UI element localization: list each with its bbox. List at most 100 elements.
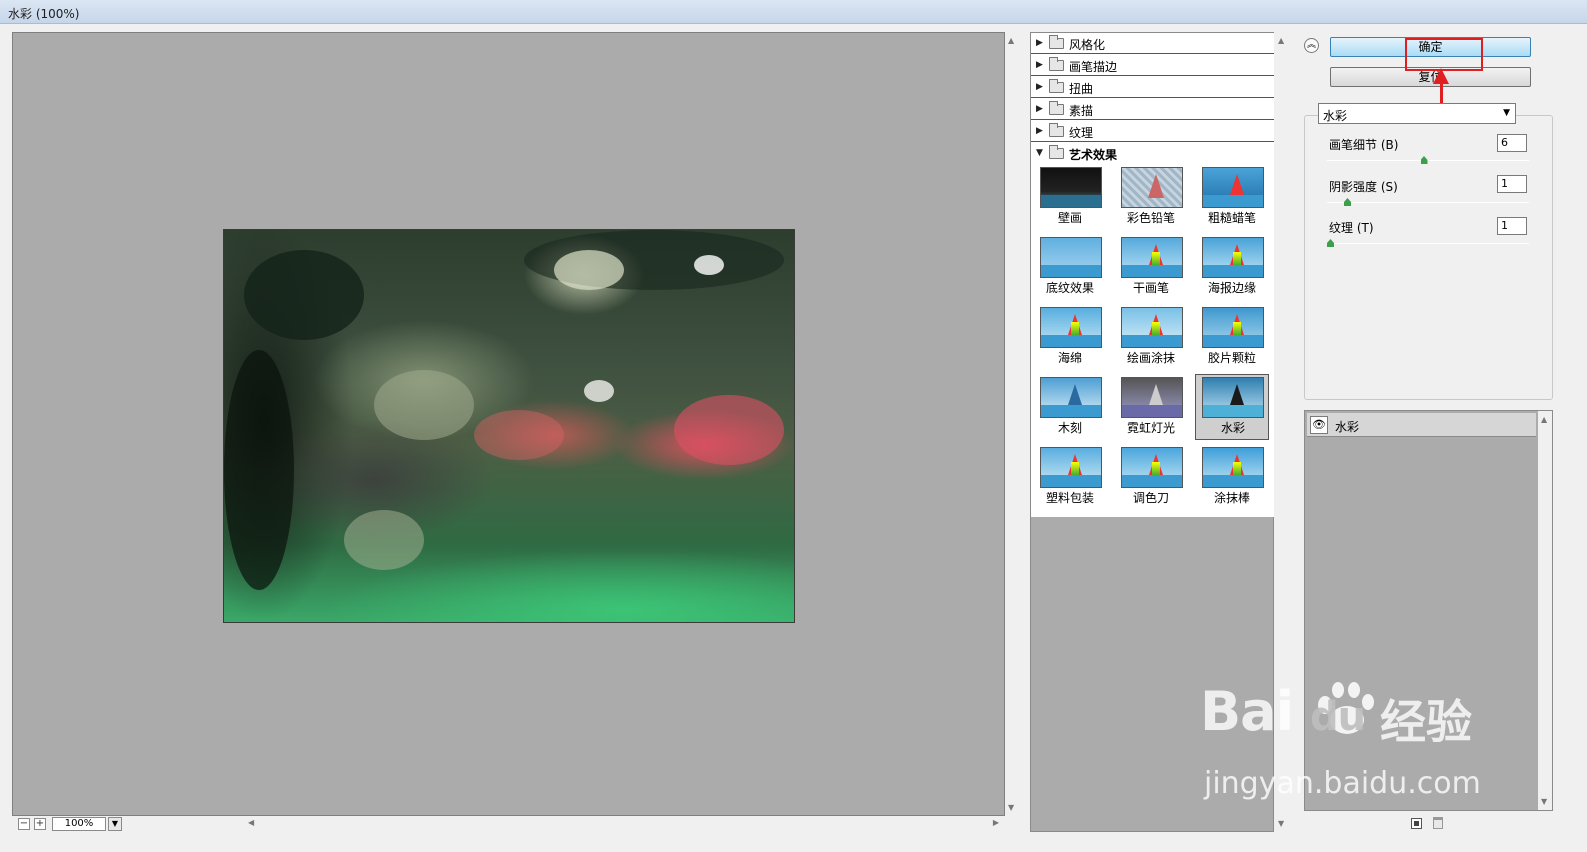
filter-label: 干画笔 [1132, 281, 1169, 295]
filter-label: 水彩 [1220, 421, 1245, 435]
watermark-logo-du: du [1310, 694, 1366, 740]
expand-arrow-icon[interactable]: ▶ [1036, 126, 1043, 136]
category-texture[interactable]: ▶ 纹理 [1031, 121, 1275, 142]
shadow-intensity-label: 阴影强度 (S) [1329, 180, 1398, 194]
filter-label: 壁画 [1057, 211, 1082, 225]
texture-label: 纹理 (T) [1329, 221, 1374, 235]
scroll-up-icon[interactable]: ▲ [1008, 36, 1014, 45]
filter-gallery-list: ▶ 风格化 ▶ 画笔描边 ▶ 扭曲 ▶ 素描 ▶ 纹理 ▼ 艺术效果 壁画 彩色… [1031, 33, 1275, 517]
filter-label: 塑料包装 [1045, 491, 1094, 505]
brush-detail-slider-thumb[interactable] [1420, 156, 1428, 164]
scroll-right-icon[interactable]: ▶ [993, 818, 999, 827]
watermark-cn-text: 经验 [1380, 695, 1472, 749]
brush-detail-input[interactable]: 6 [1497, 134, 1527, 152]
texture-slider[interactable] [1327, 243, 1529, 244]
filter-thumb-rough-pastels[interactable]: 粗糙蜡笔 [1195, 164, 1269, 230]
scroll-down-icon[interactable]: ▼ [1541, 797, 1547, 806]
filter-thumb-neon-glow[interactable]: 霓虹灯光 [1114, 374, 1188, 440]
category-label: 素描 [1069, 104, 1094, 118]
expand-arrow-icon[interactable]: ▶ [1036, 60, 1043, 70]
folder-icon [1049, 101, 1064, 115]
brush-detail-slider[interactable] [1327, 160, 1529, 161]
zoom-level-field[interactable]: 100% [52, 817, 106, 831]
filter-label: 调色刀 [1132, 491, 1169, 505]
filter-thumb-smudge-stick[interactable]: 涂抹棒 [1195, 444, 1269, 510]
filter-label: 海报边缘 [1207, 281, 1256, 295]
filter-select-dropdown[interactable]: 水彩 ▼ [1318, 103, 1516, 124]
category-label: 纹理 [1069, 126, 1094, 140]
filter-label: 涂抹棒 [1213, 491, 1250, 505]
filter-thumb-palette-knife[interactable]: 调色刀 [1114, 444, 1188, 510]
new-effect-layer-icon[interactable] [1411, 818, 1422, 829]
chevron-down-icon: ▼ [1503, 108, 1510, 118]
filter-thumb-dry-brush[interactable]: 干画笔 [1114, 234, 1188, 300]
delete-effect-layer-icon[interactable] [1433, 817, 1443, 829]
shadow-intensity-slider[interactable] [1327, 202, 1529, 203]
filter-parameters-panel: 画笔细节 (B) 6 阴影强度 (S) 1 纹理 (T) 1 [1304, 115, 1553, 400]
filter-label: 海绵 [1057, 351, 1082, 365]
collapse-arrow-icon[interactable]: ▼ [1036, 148, 1043, 158]
category-label: 画笔描边 [1069, 60, 1118, 74]
preview-horizontal-scrollbar[interactable]: ◀ ▶ [242, 818, 1005, 830]
filter-thumb-paint-daubs[interactable]: 绘画涂抹 [1114, 304, 1188, 370]
filter-thumb-cutout[interactable]: 木刻 [1033, 374, 1107, 440]
preview-area[interactable] [12, 32, 1005, 816]
filter-select-value: 水彩 [1323, 109, 1348, 123]
expand-arrow-icon[interactable]: ▶ [1036, 104, 1043, 114]
folder-icon [1049, 79, 1064, 93]
zoom-out-button[interactable]: − [18, 818, 30, 830]
filter-label: 底纹效果 [1045, 281, 1094, 295]
filter-label: 木刻 [1057, 421, 1082, 435]
title-bar: 水彩 (100%) [0, 0, 1587, 24]
category-sketch[interactable]: ▶ 素描 [1031, 99, 1275, 120]
scroll-down-icon[interactable]: ▼ [1278, 819, 1284, 828]
watermark-url: jingyan.baidu.com [1204, 766, 1481, 801]
scroll-up-icon[interactable]: ▲ [1541, 415, 1547, 424]
brush-detail-label: 画笔细节 (B) [1329, 138, 1399, 152]
filter-thumb-plastic-wrap[interactable]: 塑料包装 [1033, 444, 1107, 510]
shadow-intensity-input[interactable]: 1 [1497, 175, 1527, 193]
category-label: 艺术效果 [1069, 148, 1118, 162]
texture-slider-thumb[interactable] [1327, 239, 1334, 247]
collapse-gallery-icon[interactable]: ︽ [1304, 38, 1319, 53]
scroll-up-icon[interactable]: ▲ [1278, 36, 1284, 45]
filter-thumb-underpainting[interactable]: 底纹效果 [1033, 234, 1107, 300]
expand-arrow-icon[interactable]: ▶ [1036, 82, 1043, 92]
filter-thumb-colored-pencil[interactable]: 彩色铅笔 [1114, 164, 1188, 230]
filter-thumb-watercolor[interactable]: 水彩 [1195, 374, 1269, 440]
folder-icon [1049, 35, 1064, 49]
filter-thumb-poster-edges[interactable]: 海报边缘 [1195, 234, 1269, 300]
baidu-jingyan-watermark: Bai du 经验 jingyan.baidu.com [1200, 680, 1500, 810]
expand-arrow-icon[interactable]: ▶ [1036, 38, 1043, 48]
zoom-in-button[interactable]: + [34, 818, 46, 830]
effect-layer-name: 水彩 [1335, 420, 1360, 434]
scroll-left-icon[interactable]: ◀ [248, 818, 254, 827]
zoom-bar: − + 100% ▼ ◀ ▶ [12, 816, 1005, 832]
folder-icon [1049, 57, 1064, 71]
filter-label: 霓虹灯光 [1126, 421, 1175, 435]
filter-label: 胶片颗粒 [1207, 351, 1256, 365]
effect-layer-row[interactable]: 👁 水彩 [1307, 413, 1536, 437]
window-title: 水彩 (100%) [8, 7, 80, 21]
filter-label: 彩色铅笔 [1126, 211, 1175, 225]
shadow-intensity-slider-thumb[interactable] [1344, 198, 1351, 206]
eye-icon[interactable]: 👁 [1310, 416, 1328, 434]
preview-image [223, 229, 795, 623]
filter-thumb-film-grain[interactable]: 胶片颗粒 [1195, 304, 1269, 370]
preview-vertical-scrollbar[interactable]: ▲ ▼ [1005, 32, 1020, 816]
texture-input[interactable]: 1 [1497, 217, 1527, 235]
category-brush-strokes[interactable]: ▶ 画笔描边 [1031, 55, 1275, 76]
annotation-highlight-box [1405, 38, 1483, 71]
filter-thumb-fresco[interactable]: 壁画 [1033, 164, 1107, 230]
filter-label: 绘画涂抹 [1126, 351, 1175, 365]
category-label: 扭曲 [1069, 82, 1094, 96]
category-distort[interactable]: ▶ 扭曲 [1031, 77, 1275, 98]
category-stylize[interactable]: ▶ 风格化 [1031, 33, 1275, 54]
folder-icon [1049, 145, 1064, 159]
filter-thumb-sponge[interactable]: 海绵 [1033, 304, 1107, 370]
layers-scrollbar[interactable]: ▲ ▼ [1538, 411, 1552, 810]
zoom-dropdown-icon[interactable]: ▼ [108, 817, 122, 831]
category-label: 风格化 [1069, 38, 1106, 52]
scroll-down-icon[interactable]: ▼ [1008, 803, 1014, 812]
category-artistic[interactable]: ▼ 艺术效果 [1031, 143, 1275, 164]
